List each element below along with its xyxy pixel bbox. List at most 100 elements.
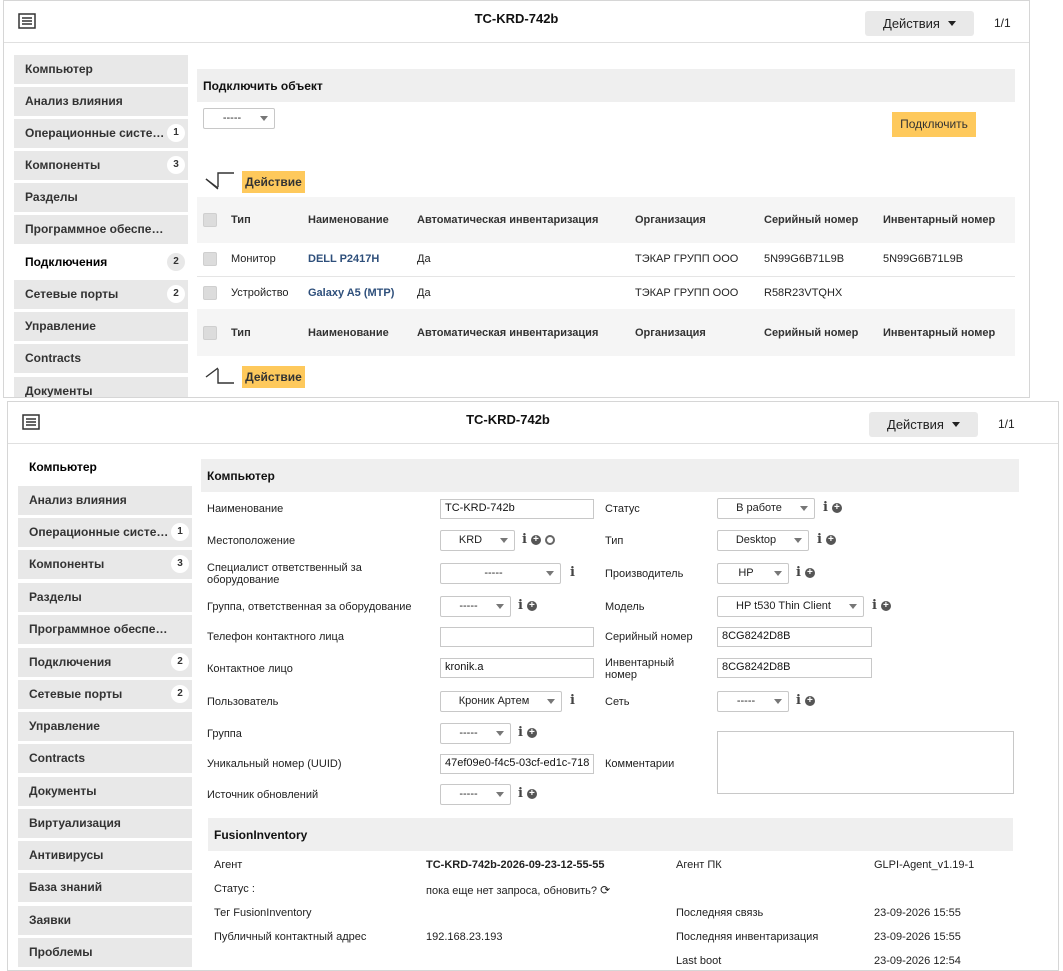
sidebar-item-contracts[interactable]: Contracts [14, 344, 188, 373]
row-checkbox[interactable] [203, 285, 217, 300]
group-tech-select[interactable]: ----- [440, 596, 511, 617]
sidebar-item-contracts[interactable]: Contracts [18, 744, 192, 773]
add-icon[interactable]: + [880, 600, 891, 611]
sidebar-item-components[interactable]: Компоненты 3 [18, 550, 192, 579]
sidebar-item-management[interactable]: Управление [14, 312, 188, 341]
column-header[interactable]: Инвентарный номер [879, 309, 1015, 356]
column-header[interactable]: Организация [631, 197, 760, 243]
sidebar-item-computer[interactable]: Компьютер [18, 453, 192, 482]
manufacturer-select[interactable]: HP [717, 563, 789, 584]
name-field[interactable]: TC-KRD-742b [440, 499, 594, 519]
sidebar-item-components[interactable]: Компоненты 3 [14, 151, 188, 180]
column-header[interactable]: Наименование [304, 197, 413, 243]
add-icon[interactable]: + [831, 502, 842, 513]
column-header[interactable]: Серийный номер [760, 197, 879, 243]
sidebar-item-impact[interactable]: Анализ влияния [14, 87, 188, 116]
select-all-checkbox[interactable] [203, 213, 217, 227]
item-link[interactable]: DELL P2417H [308, 253, 379, 265]
model-label: Модель [605, 601, 645, 613]
sidebar-item-antivirus[interactable]: Антивирусы [18, 841, 192, 870]
add-icon[interactable]: + [804, 567, 815, 578]
info-icon[interactable]: i [823, 500, 828, 515]
sidebar-item-volumes[interactable]: Разделы [18, 583, 192, 612]
mass-action-button-bottom[interactable]: Действие [242, 366, 305, 388]
info-icon[interactable]: i [796, 693, 801, 708]
select-value: HP t530 Thin Client [736, 600, 831, 612]
sidebar-item-connections[interactable]: Подключения 2 [14, 248, 188, 277]
add-icon[interactable]: + [530, 534, 541, 545]
sidebar-item-problems[interactable]: Проблемы [18, 938, 192, 967]
tech-select[interactable]: ----- [440, 563, 561, 584]
list-menu-icon[interactable] [22, 414, 40, 433]
inv-field[interactable]: 8CG8242D8B [717, 658, 872, 678]
add-icon[interactable]: + [804, 695, 815, 706]
globe-icon[interactable] [544, 534, 555, 545]
info-icon[interactable]: i [570, 565, 575, 580]
info-icon[interactable]: i [817, 532, 822, 547]
group-select[interactable]: ----- [440, 723, 511, 744]
sidebar-item-tickets[interactable]: Заявки [18, 906, 192, 935]
sidebar-item-management[interactable]: Управление [18, 712, 192, 741]
select-all-checkbox[interactable] [203, 325, 217, 340]
agent-link[interactable]: TC-KRD-742b-2026-09-23-12-55-55 [426, 859, 605, 871]
sidebar-item-virtualization[interactable]: Виртуализация [18, 809, 192, 838]
column-header[interactable]: Автоматическая инвентаризация [413, 197, 631, 243]
info-icon[interactable]: i [570, 693, 575, 708]
column-header[interactable]: Серийный номер [760, 309, 879, 356]
sidebar-item-documents[interactable]: Документы [18, 777, 192, 806]
uuid-field[interactable]: 47ef09e0-f4c5-03cf-ed1c-718 [440, 754, 594, 774]
sidebar-item-software[interactable]: Программное обеспе… [14, 215, 188, 244]
item-link[interactable]: Galaxy A5 (MTP) [308, 287, 394, 299]
mass-action-button-top[interactable]: Действие [242, 171, 305, 193]
sidebar-item-network-ports[interactable]: Сетевые порты 2 [18, 680, 192, 709]
location-select[interactable]: KRD [440, 530, 515, 551]
add-icon[interactable]: + [526, 600, 537, 611]
sidebar-item-software[interactable]: Программное обеспе… [18, 615, 192, 644]
add-icon[interactable]: + [825, 534, 836, 545]
arrow-up-left-icon [204, 365, 236, 388]
sidebar-item-knowledge-base[interactable]: База знаний [18, 873, 192, 902]
column-header[interactable]: Инвентарный номер [879, 197, 1015, 243]
info-icon[interactable]: i [522, 532, 527, 547]
status-select[interactable]: В работе [717, 498, 815, 519]
list-menu-icon[interactable] [18, 13, 36, 32]
add-icon[interactable]: + [526, 788, 537, 799]
sidebar-item-connections[interactable]: Подключения 2 [18, 648, 192, 677]
sidebar-item-os[interactable]: Операционные систе… 1 [14, 119, 188, 148]
connect-button[interactable]: Подключить [892, 112, 976, 137]
sidebar-item-os[interactable]: Операционные систе… 1 [18, 518, 192, 547]
source-select[interactable]: ----- [440, 784, 511, 805]
sidebar-item-computer[interactable]: Компьютер [14, 55, 188, 84]
type-select[interactable]: Desktop [717, 530, 809, 551]
sidebar-item-volumes[interactable]: Разделы [14, 183, 188, 212]
model-select[interactable]: HP t530 Thin Client [717, 596, 864, 617]
actions-dropdown-button[interactable]: Действия [869, 412, 978, 437]
sidebar-item-documents[interactable]: Документы [14, 377, 188, 397]
sidebar-item-network-ports[interactable]: Сетевые порты 2 [14, 280, 188, 309]
sidebar-item-impact[interactable]: Анализ влияния [18, 486, 192, 515]
info-icon[interactable]: i [796, 565, 801, 580]
serial-field[interactable]: 8CG8242D8B [717, 627, 872, 647]
comments-textarea[interactable] [717, 731, 1014, 794]
info-icon[interactable]: i [518, 786, 523, 801]
contact-field[interactable]: kronik.a [440, 658, 594, 678]
column-header[interactable]: Организация [631, 309, 760, 356]
add-icon[interactable]: + [526, 727, 537, 738]
column-header[interactable]: Автоматическая инвентаризация [413, 309, 631, 356]
caret-down-icon [546, 571, 554, 576]
refresh-icon[interactable]: ⟳ [600, 883, 610, 897]
phone-field[interactable] [440, 627, 594, 647]
info-icon[interactable]: i [872, 598, 877, 613]
connect-object-select[interactable]: ----- [203, 108, 275, 129]
sidebar-item-label: Программное обеспе… [29, 622, 168, 636]
info-icon[interactable]: i [518, 725, 523, 740]
user-select[interactable]: Кроник Артем [440, 691, 562, 712]
column-header[interactable]: Тип [227, 309, 304, 356]
actions-dropdown-button[interactable]: Действия [865, 11, 974, 36]
column-header[interactable]: Тип [227, 197, 304, 243]
network-select[interactable]: ----- [717, 691, 789, 712]
info-icon[interactable]: i [518, 598, 523, 613]
network-label: Сеть [605, 696, 630, 708]
column-header[interactable]: Наименование [304, 309, 413, 356]
row-checkbox[interactable] [203, 252, 217, 267]
